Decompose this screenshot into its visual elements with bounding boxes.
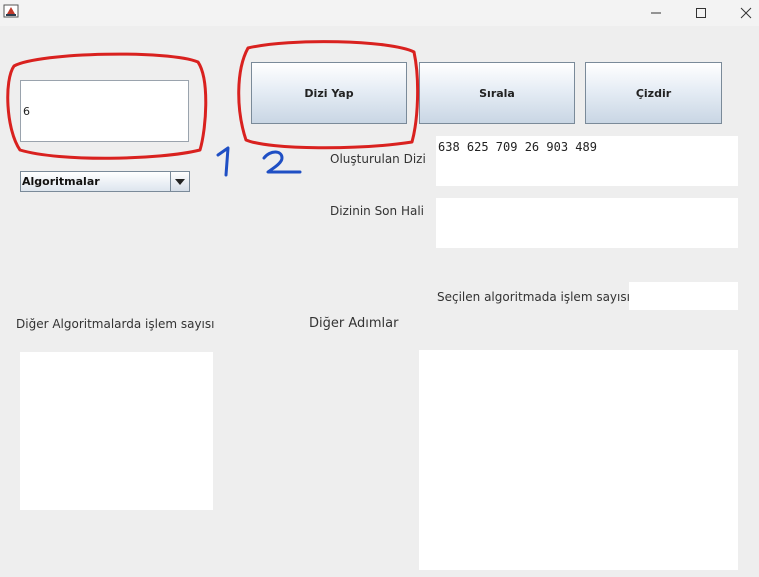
created-array-label: Oluşturulan Dizi xyxy=(330,152,426,166)
marker-1-path xyxy=(216,146,230,177)
created-array-value: 638 625 709 26 903 489 xyxy=(438,140,597,154)
array-size-input[interactable]: 6 xyxy=(20,80,189,142)
make-array-button[interactable]: Dizi Yap xyxy=(251,62,407,124)
maximize-icon xyxy=(696,8,706,18)
chevron-down-icon[interactable] xyxy=(170,172,189,191)
final-array-label: Dizinin Son Hali xyxy=(330,204,424,218)
created-array-field[interactable]: 638 625 709 26 903 489 xyxy=(436,136,738,186)
other-algo-ops-area[interactable] xyxy=(20,352,213,510)
close-icon xyxy=(740,7,752,19)
minimize-icon xyxy=(651,12,661,14)
algorithm-select-value: Algoritmalar xyxy=(22,175,100,188)
algorithm-select[interactable]: Algoritmalar xyxy=(20,171,190,192)
marker-2-path xyxy=(262,150,302,174)
other-algo-ops-label: Diğer Algoritmalarda işlem sayısı xyxy=(16,317,215,331)
other-steps-area[interactable] xyxy=(419,350,738,570)
other-steps-label: Diğer Adımlar xyxy=(309,316,399,331)
minimize-button[interactable] xyxy=(633,0,679,26)
close-button[interactable] xyxy=(723,0,759,26)
sort-button[interactable]: Sırala xyxy=(419,62,575,124)
selected-algo-ops-field[interactable] xyxy=(629,282,738,310)
final-array-field[interactable] xyxy=(436,198,738,248)
draw-button[interactable]: Çizdir xyxy=(585,62,722,124)
java-app-icon xyxy=(3,4,19,18)
maximize-button[interactable] xyxy=(678,0,724,26)
selected-algo-ops-label: Seçilen algoritmada işlem sayısı xyxy=(437,290,630,304)
title-bar xyxy=(0,0,759,26)
